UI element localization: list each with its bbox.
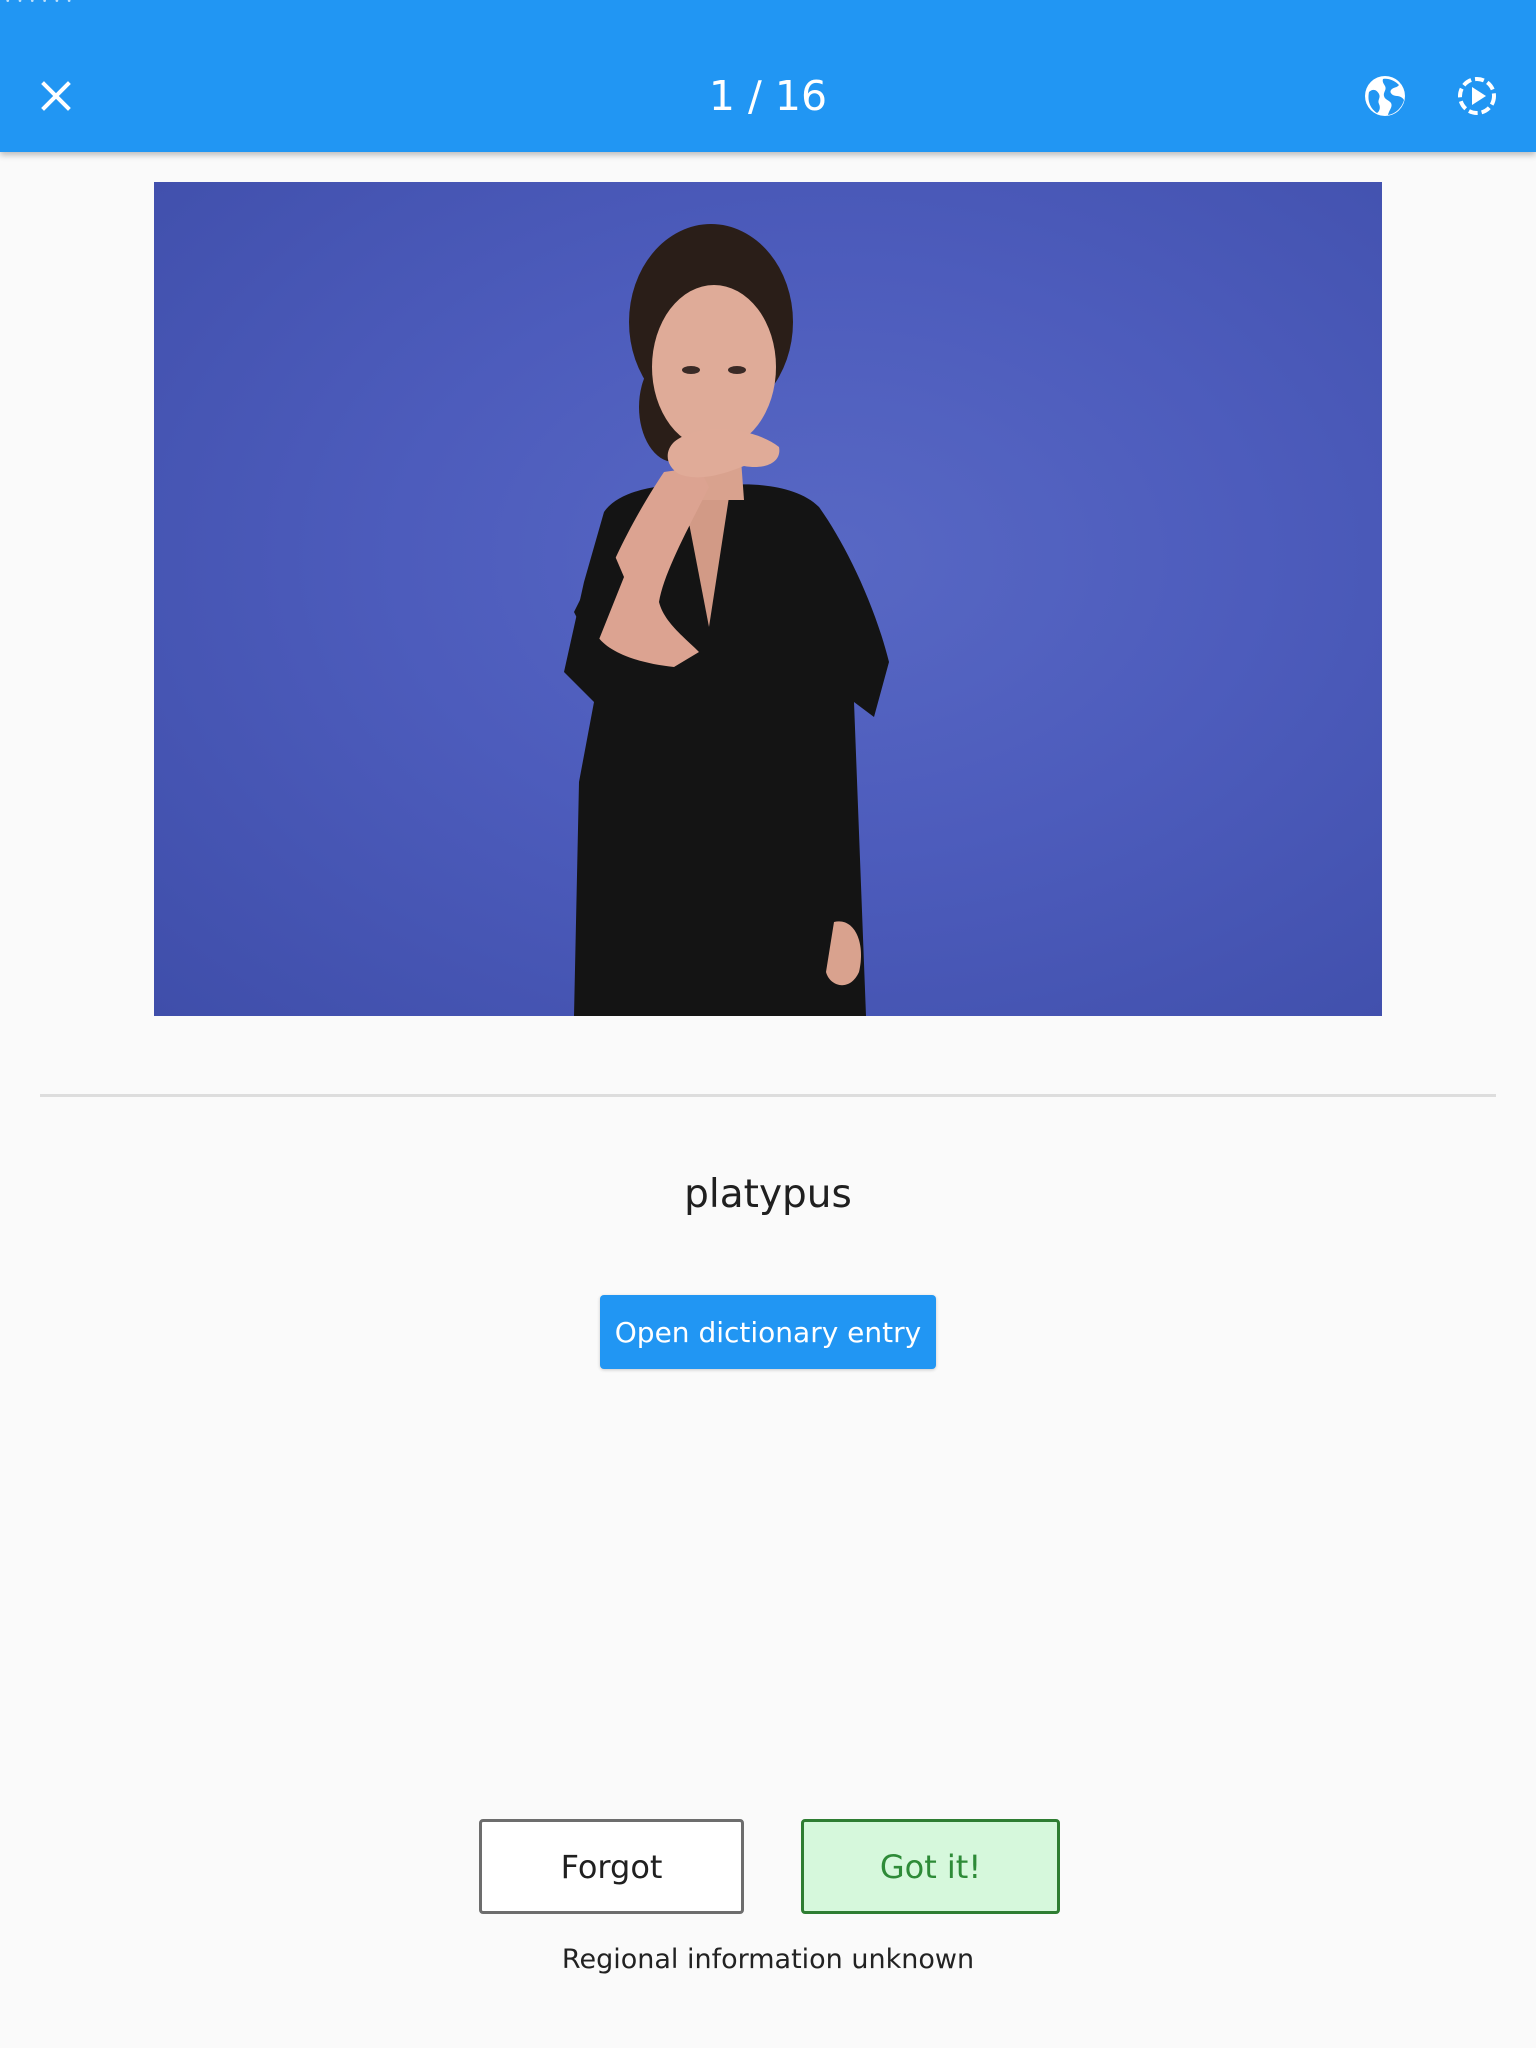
- got-it-button[interactable]: Got it!: [801, 1819, 1060, 1914]
- divider: [40, 1094, 1496, 1097]
- autoplay-icon: [1458, 77, 1496, 115]
- autoplay-button[interactable]: [1441, 60, 1513, 132]
- app-bar: • • • • • • 1 / 16: [0, 0, 1536, 152]
- region-button[interactable]: [1349, 60, 1421, 132]
- globe-icon: [1365, 76, 1405, 116]
- sign-video[interactable]: [154, 182, 1382, 1016]
- status-bar-indicator: • • • • • •: [6, 0, 74, 7]
- open-dictionary-entry-button[interactable]: Open dictionary entry: [600, 1295, 936, 1369]
- card-progress-title: 1 / 16: [708, 72, 828, 120]
- regional-information-text: Regional information unknown: [561, 1944, 975, 1975]
- sign-word: platypus: [684, 1172, 852, 1217]
- signer-figure-image: [564, 224, 889, 1016]
- forgot-button[interactable]: Forgot: [479, 1819, 744, 1914]
